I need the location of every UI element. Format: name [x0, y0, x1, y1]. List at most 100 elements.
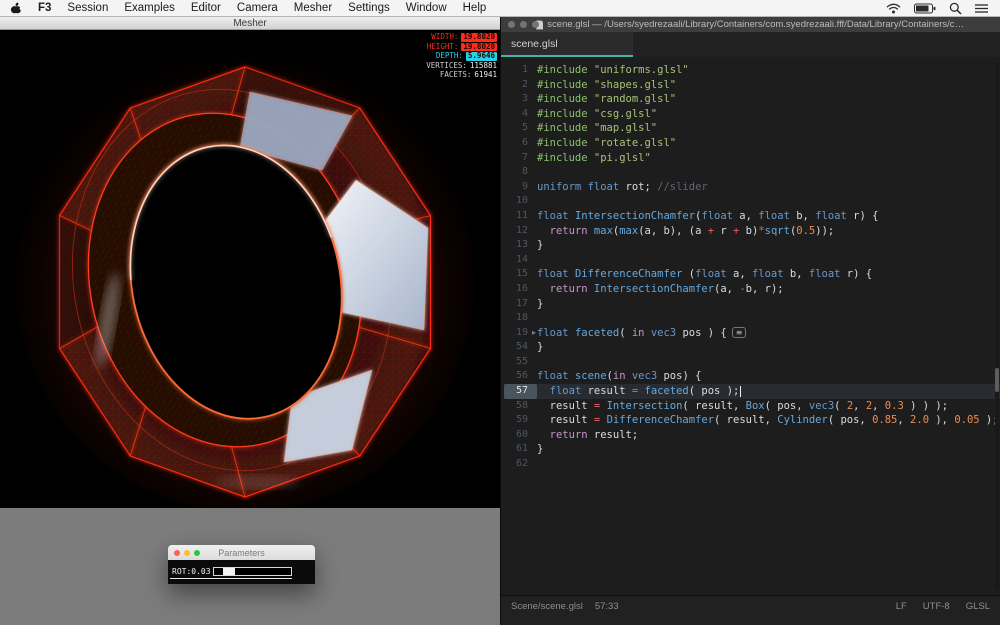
code-line-7[interactable]: 7#include "pi.glsl" [504, 151, 1000, 166]
line-content: #include "rotate.glsl" [537, 136, 1000, 151]
code-line-13[interactable]: 13} [504, 238, 1000, 253]
status-glsl[interactable]: GLSL [966, 601, 990, 625]
menu-item-examples[interactable]: Examples [124, 2, 175, 14]
line-number[interactable]: 2 [504, 78, 537, 93]
code-line-11[interactable]: 11float IntersectionChamfer(float a, flo… [504, 209, 1000, 224]
line-number[interactable]: 15 [504, 267, 537, 282]
rot-slider-handle[interactable] [223, 568, 235, 575]
line-number[interactable]: 19▸ [504, 326, 537, 341]
line-number[interactable]: 17 [504, 297, 537, 312]
line-number[interactable]: 6 [504, 136, 537, 151]
line-number[interactable]: 14 [504, 253, 537, 268]
wifi-icon[interactable] [886, 3, 901, 14]
code-line-2[interactable]: 2#include "shapes.glsl" [504, 78, 1000, 93]
mesher-viewport[interactable]: WIDTH:19.8020HEIGHT:19.8020DEPTH:5.9646V… [0, 30, 500, 508]
line-number[interactable]: 56 [504, 369, 537, 384]
line-number[interactable]: 10 [504, 194, 537, 209]
line-number[interactable]: 7 [504, 151, 537, 166]
line-number[interactable]: 59 [504, 413, 537, 428]
menu-app-name[interactable]: F3 [38, 2, 51, 14]
menu-item-mesher[interactable]: Mesher [294, 2, 332, 14]
code-line-18[interactable]: 18 [504, 311, 1000, 326]
editor-zoom-button[interactable] [532, 21, 539, 28]
menu-item-editor[interactable]: Editor [191, 2, 221, 14]
search-icon[interactable] [949, 2, 962, 15]
ring-3d-render [0, 30, 500, 508]
line-number[interactable]: 55 [504, 355, 537, 370]
editor-scrollbar[interactable] [995, 63, 999, 589]
rot-slider-track[interactable] [213, 567, 292, 576]
menu-item-help[interactable]: Help [463, 2, 487, 14]
editor-minimize-button[interactable] [520, 21, 527, 28]
code-line-8[interactable]: 8 [504, 165, 1000, 180]
code-line-17[interactable]: 17} [504, 297, 1000, 312]
code-line-16[interactable]: 16 return IntersectionChamfer(a, -b, r); [504, 282, 1000, 297]
code-line-12[interactable]: 12 return max(max(a, b), (a + r + b)*sqr… [504, 224, 1000, 239]
code-line-57[interactable]: 57 float result = faceted( pos ); [504, 384, 1000, 399]
code-line-61[interactable]: 61} [504, 442, 1000, 457]
line-number[interactable]: 57 [504, 384, 537, 399]
code-line-19[interactable]: 19▸float faceted( in vec3 pos ) {≡ [504, 326, 1000, 341]
menu-item-window[interactable]: Window [406, 2, 447, 14]
zoom-button[interactable] [194, 550, 200, 556]
line-number[interactable]: 3 [504, 92, 537, 107]
code-line-55[interactable]: 55 [504, 355, 1000, 370]
code-line-14[interactable]: 14 [504, 253, 1000, 268]
editor-close-button[interactable] [508, 21, 515, 28]
code-line-10[interactable]: 10 [504, 194, 1000, 209]
code-line-58[interactable]: 58 result = Intersection( result, Box( p… [504, 399, 1000, 414]
battery-icon[interactable] [914, 3, 936, 14]
code-line-1[interactable]: 1#include "uniforms.glsl" [504, 63, 1000, 78]
status-lf[interactable]: LF [896, 601, 907, 625]
line-number[interactable]: 11 [504, 209, 537, 224]
line-content: uniform float rot; //slider [537, 180, 1000, 195]
parameters-titlebar[interactable]: Parameters [168, 545, 315, 560]
menu-item-camera[interactable]: Camera [237, 2, 278, 14]
menu-list-icon[interactable] [975, 3, 988, 14]
menu-left: F3 Session Examples Editor Camera Mesher Sett… [0, 2, 486, 15]
editor-titlebar[interactable]: scene.glsl — /Users/syedrezaali/Library/… [501, 17, 1000, 32]
line-number[interactable]: 18 [504, 311, 537, 326]
code-line-6[interactable]: 6#include "rotate.glsl" [504, 136, 1000, 151]
mesher-titlebar[interactable]: Mesher [0, 17, 500, 30]
line-number[interactable]: 9 [504, 180, 537, 195]
text-caret [740, 386, 741, 397]
status-file[interactable]: Scene/scene.glsl [511, 601, 583, 625]
code-line-54[interactable]: 54} [504, 340, 1000, 355]
rot-slider[interactable]: ROT:0.03 [170, 566, 292, 579]
fold-arrow-icon[interactable]: ▸ [532, 327, 536, 339]
line-number[interactable]: 12 [504, 224, 537, 239]
code-line-5[interactable]: 5#include "map.glsl" [504, 121, 1000, 136]
close-button[interactable] [174, 550, 180, 556]
apple-menu-icon[interactable] [10, 2, 22, 15]
line-number[interactable]: 60 [504, 428, 537, 443]
code-editor[interactable]: 1#include "uniforms.glsl"2#include "shap… [501, 57, 1000, 595]
code-line-60[interactable]: 60 return result; [504, 428, 1000, 443]
line-number[interactable]: 16 [504, 282, 537, 297]
line-number[interactable]: 54 [504, 340, 537, 355]
code-line-62[interactable]: 62 [504, 457, 1000, 472]
line-number[interactable]: 4 [504, 107, 537, 122]
code-line-9[interactable]: 9uniform float rot; //slider [504, 180, 1000, 195]
line-number[interactable]: 58 [504, 399, 537, 414]
menu-item-settings[interactable]: Settings [348, 2, 390, 14]
line-content: #include "csg.glsl" [537, 107, 1000, 122]
tab-scene-glsl[interactable]: scene.glsl [501, 32, 633, 57]
line-number[interactable]: 1 [504, 63, 537, 78]
line-number[interactable]: 13 [504, 238, 537, 253]
folded-code-pill[interactable]: ≡ [732, 327, 747, 338]
code-line-3[interactable]: 3#include "random.glsl" [504, 92, 1000, 107]
line-number[interactable]: 8 [504, 165, 537, 180]
line-number[interactable]: 5 [504, 121, 537, 136]
minimize-button[interactable] [184, 550, 190, 556]
code-line-56[interactable]: 56float scene(in vec3 pos) { [504, 369, 1000, 384]
code-line-59[interactable]: 59 result = DifferenceChamfer( result, C… [504, 413, 1000, 428]
status-utf-8[interactable]: UTF-8 [923, 601, 950, 625]
parameters-window[interactable]: Parameters ROT:0.03 [168, 545, 315, 584]
scrollbar-thumb[interactable] [995, 368, 999, 392]
line-number[interactable]: 61 [504, 442, 537, 457]
code-line-4[interactable]: 4#include "csg.glsl" [504, 107, 1000, 122]
code-line-15[interactable]: 15float DifferenceChamfer (float a, floa… [504, 267, 1000, 282]
menu-item-session[interactable]: Session [67, 2, 108, 14]
line-number[interactable]: 62 [504, 457, 537, 472]
